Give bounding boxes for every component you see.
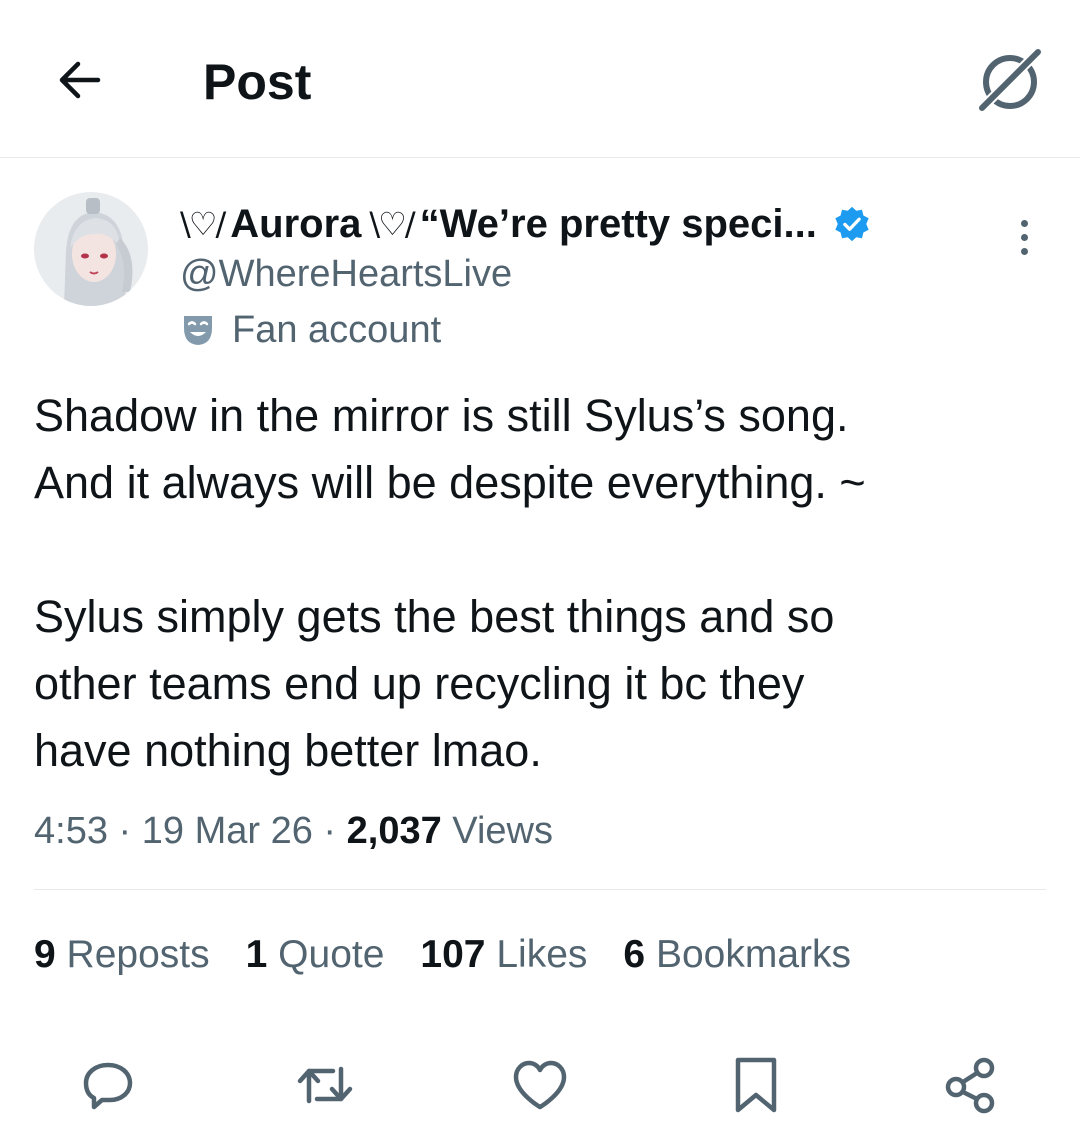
bookmarks-label: Bookmarks	[655, 933, 851, 976]
reposts-count: 9	[34, 933, 56, 976]
post-line: other teams end up recycling it bc they	[34, 658, 805, 709]
grok-icon	[975, 45, 1045, 115]
fan-mask-icon	[184, 316, 212, 345]
views-count: 2,037	[346, 810, 442, 852]
reply-button[interactable]	[73, 1050, 143, 1120]
likes-label: Likes	[496, 933, 588, 976]
reposts-stat[interactable]: 9 Reposts	[34, 928, 210, 982]
meta-separator: ·	[323, 810, 337, 852]
more-options-button[interactable]	[1004, 212, 1044, 262]
quotes-count: 1	[245, 933, 268, 976]
likes-count: 107	[420, 933, 486, 976]
post-line: Shadow in the mirror is still Sylus’s so…	[34, 390, 849, 441]
arrow-left-icon	[59, 61, 101, 99]
name-decoration-right: \♡/	[369, 205, 415, 243]
verified-badge-icon	[835, 206, 869, 242]
reposts-label: Reposts	[66, 933, 210, 976]
page-title: Post	[203, 54, 312, 110]
quotes-label: Quote	[278, 933, 385, 976]
share-button[interactable]	[935, 1050, 1005, 1120]
quotes-stat[interactable]: 1 Quote	[246, 928, 385, 982]
repost-icon	[297, 1066, 353, 1104]
like-button[interactable]	[505, 1050, 575, 1120]
account-label-text: Fan account	[232, 308, 442, 351]
action-bar	[0, 1050, 1080, 1120]
repost-button[interactable]	[290, 1050, 360, 1120]
more-dot	[1020, 247, 1028, 255]
avatar-image	[34, 192, 148, 306]
meta-separator: ·	[118, 810, 132, 852]
views-label: Views	[452, 810, 553, 852]
author-name-row[interactable]: \♡/ Aurora \♡/ “We’re pretty speci...	[180, 197, 871, 251]
more-dot	[1020, 233, 1028, 241]
post-date: 19 Mar 26	[141, 810, 313, 852]
post-line: And it always will be despite everything…	[34, 457, 866, 508]
divider	[34, 889, 1046, 890]
post-time: 4:53	[34, 810, 108, 852]
post-text: Shadow in the mirror is still Sylus’s so…	[34, 382, 1044, 784]
more-dot	[1020, 219, 1028, 227]
avatar[interactable]	[34, 192, 148, 306]
bookmark-button[interactable]	[721, 1050, 791, 1120]
name-bio-snippet: “We’re pretty speci...	[419, 201, 817, 246]
name-decoration-left: \♡/	[180, 205, 226, 243]
share-icon	[945, 1057, 995, 1114]
bookmark-icon	[735, 1057, 777, 1113]
bookmarks-count: 6	[623, 933, 646, 976]
top-bar: Post	[0, 0, 1080, 158]
like-icon	[513, 1060, 567, 1110]
back-button[interactable]	[52, 52, 108, 108]
author-handle[interactable]: @WhereHeartsLive	[180, 252, 512, 296]
account-label: Fan account	[180, 306, 441, 354]
post-line: have nothing better lmao.	[34, 725, 542, 776]
bookmarks-stat[interactable]: 6 Bookmarks	[623, 928, 851, 982]
reply-icon	[83, 1062, 133, 1110]
grok-button[interactable]	[975, 45, 1045, 115]
post-line: Sylus simply gets the best things and so	[34, 591, 835, 642]
likes-stat[interactable]: 107 Likes	[420, 928, 587, 982]
engagement-stats: 9 Reposts 1 Quote 107 Likes 6 Bookmarks	[34, 928, 851, 982]
post-meta: 4:53 · 19 Mar 26 · 2,037 Views	[34, 805, 553, 857]
display-name: Aurora	[230, 201, 362, 246]
